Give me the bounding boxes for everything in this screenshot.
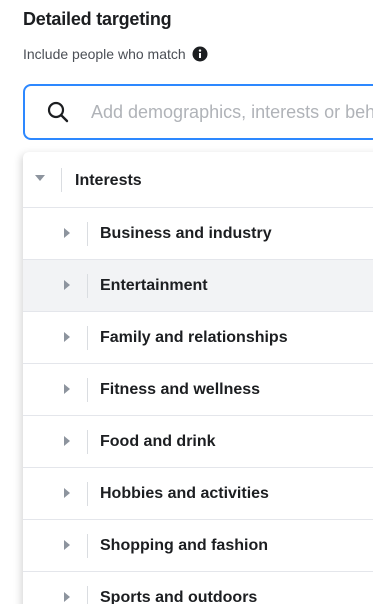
tree-header-row[interactable]: Interests [23, 152, 373, 208]
tree-item-label: Shopping and fashion [100, 537, 268, 554]
tree-separator [87, 326, 88, 350]
caret-right-icon[interactable] [63, 280, 71, 290]
tree-separator [87, 586, 88, 604]
info-icon[interactable] [192, 46, 208, 62]
tree-item-sports-and-outdoors[interactable]: Sports and outdoors [23, 572, 373, 604]
search-icon [47, 101, 69, 123]
caret-right-icon[interactable] [63, 488, 71, 498]
tree-item-label: Food and drink [100, 433, 216, 450]
tree-item-label: Sports and outdoors [100, 589, 258, 604]
search-field[interactable] [23, 84, 373, 140]
caret-right-icon[interactable] [63, 384, 71, 394]
interests-dropdown: Interests Business and industry Entertai… [23, 152, 373, 604]
tree-item-family-and-relationships[interactable]: Family and relationships [23, 312, 373, 364]
detailed-targeting-panel: Detailed targeting Include people who ma… [0, 0, 373, 604]
caret-right-icon[interactable] [63, 228, 71, 238]
tree-separator [87, 274, 88, 298]
tree-separator [87, 482, 88, 506]
tree-item-hobbies-and-activities[interactable]: Hobbies and activities [23, 468, 373, 520]
tree-separator [61, 168, 62, 192]
caret-right-icon[interactable] [63, 332, 71, 342]
tree-separator [87, 430, 88, 454]
tree-item-shopping-and-fashion[interactable]: Shopping and fashion [23, 520, 373, 572]
tree-item-food-and-drink[interactable]: Food and drink [23, 416, 373, 468]
tree-item-label: Hobbies and activities [100, 485, 269, 502]
tree-item-label: Business and industry [100, 225, 272, 242]
tree-item-entertainment[interactable]: Entertainment [23, 260, 373, 312]
search-input[interactable] [91, 101, 373, 123]
tree-item-business-and-industry[interactable]: Business and industry [23, 208, 373, 260]
tree-item-label: Fitness and wellness [100, 381, 261, 398]
caret-down-icon[interactable] [35, 174, 45, 182]
tree-separator [87, 378, 88, 402]
tree-header-label: Interests [75, 172, 142, 189]
caret-right-icon[interactable] [63, 540, 71, 550]
tree-separator [87, 222, 88, 246]
section-subtitle-row: Include people who match [23, 46, 208, 62]
caret-right-icon[interactable] [63, 436, 71, 446]
tree-item-fitness-and-wellness[interactable]: Fitness and wellness [23, 364, 373, 416]
tree-item-label: Entertainment [100, 277, 208, 294]
tree-item-label: Family and relationships [100, 329, 288, 346]
tree-separator [87, 534, 88, 558]
section-title: Detailed targeting [23, 9, 172, 29]
section-subtitle: Include people who match [23, 46, 186, 62]
caret-right-icon[interactable] [63, 592, 71, 602]
